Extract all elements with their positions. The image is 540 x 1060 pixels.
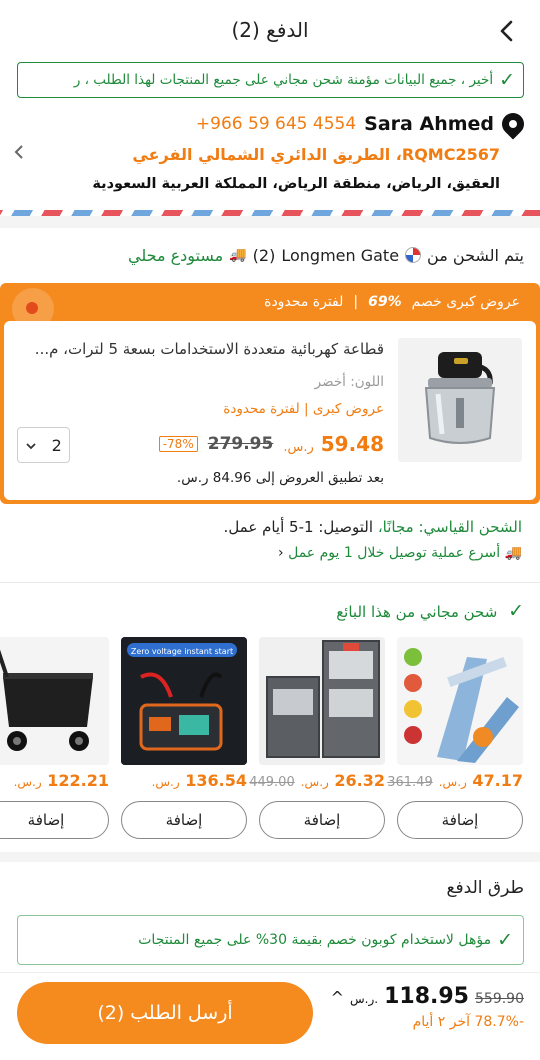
seller-free-shipping: ✓ شحن مجاني من هذا البائع: [336, 600, 524, 622]
deal-title: عروض كبرى خصم: [411, 294, 520, 310]
product-price: 59.48 ر.س.: [283, 432, 384, 456]
recommendation-price-value: 47.17: [472, 771, 523, 790]
recommendation-price: 26.32 ر.س.: [301, 771, 385, 790]
quantity-value: 2: [51, 435, 62, 455]
standard-shipping: الشحن القياسي: مجانًا، التوصيل: 1-5 أيام…: [224, 518, 522, 536]
recommendation-price-value: 26.32: [334, 771, 385, 790]
recommendation-price: 47.17 ر.س.: [439, 771, 523, 790]
recommendation-old-price: 449.00: [249, 775, 295, 790]
recommendation-price-value: 136.54: [185, 771, 247, 790]
coupon-text: مؤهل لاستخدام كوبون خصم بقيمة 30% على جم…: [138, 932, 492, 948]
recommendation-price-row: 122.21 ر.س.: [0, 771, 109, 790]
security-banner: ✓ أخير ، جميع البيانات مؤمنة شحن مجاني ع…: [17, 62, 524, 98]
chevron-down-icon: [25, 436, 37, 455]
total-price: 118.95: [384, 984, 469, 1009]
total-currency: ر.س.: [350, 992, 379, 1006]
recommendation-price: 136.54 ر.س.: [152, 771, 247, 790]
chevron-up-icon: ^: [330, 988, 344, 1007]
chevron-left-icon: ‹: [278, 545, 284, 561]
seller-free-shipping-text: شحن مجاني من هذا البائع: [336, 603, 498, 621]
recommendation-currency: ر.س.: [438, 775, 467, 789]
deal-separator: |: [353, 294, 359, 310]
address-header[interactable]: Sara Ahmed +966 59 645 4554: [195, 108, 529, 140]
address-phone: +966 59 645 4554: [195, 114, 357, 134]
section-spacer: [0, 216, 540, 228]
deal-limited: لفترة محدودة: [264, 294, 344, 310]
product-title[interactable]: قطاعة كهربائية متعددة الاستخدامات بسعة 5…: [24, 340, 384, 358]
deal-percent: 69%: [368, 294, 402, 310]
submit-order-button[interactable]: أرسل الطلب (2): [17, 982, 313, 1044]
food-chopper-illustration: [398, 338, 522, 462]
delivery-estimate: التوصيل: 1-5 أيام عمل.: [223, 518, 374, 536]
section-spacer: [0, 852, 540, 862]
product-discount-badge: -78%: [158, 436, 198, 452]
qty-chevron-svg: [26, 442, 36, 449]
order-total[interactable]: ^ ر.س. 118.95 559.90: [331, 984, 524, 1009]
fast-delivery-link[interactable]: 🚚 أسرع عملية توصيل خلال 1 يوم عمل ‹: [278, 545, 522, 561]
recommendation-currency: ر.س.: [13, 775, 42, 789]
product-currency: ر.س.: [283, 440, 314, 455]
recommendation-image[interactable]: [397, 637, 523, 765]
standard-shipping-label: الشحن القياسي: مجانًا،: [377, 518, 522, 536]
address-line-1: RQMC2567، الطريق الدائري الشمالي الفرعي: [132, 145, 500, 164]
add-recommendation-button[interactable]: إضافة: [0, 801, 109, 839]
recommendation-currency: ر.س.: [300, 775, 329, 789]
page-title: الدفع (2): [231, 18, 309, 42]
product-price-row: 59.48 ر.س. 279.95 -78%: [158, 430, 384, 458]
shipping-origin-prefix: يتم الشحن من: [427, 245, 524, 265]
recommendation-currency: ر.س.: [151, 775, 180, 789]
recommendation-image[interactable]: [259, 637, 385, 765]
add-recommendation-button[interactable]: إضافة: [397, 801, 523, 839]
store-logo-icon: [405, 247, 422, 263]
total-savings: -78.7% آخر ٢ أيام: [412, 1014, 524, 1030]
after-deal-price: بعد تطبيق العروض إلى 84.96 ر.س.: [176, 470, 384, 486]
payment-methods-title: طرق الدفع: [446, 878, 524, 898]
recommendation-old-price: 361.49: [387, 775, 433, 790]
add-recommendation-button[interactable]: إضافة: [121, 801, 247, 839]
total-old-price: 559.90: [475, 991, 524, 1007]
product-deal-badge: عروض كبرى | لفترة محدودة: [223, 401, 384, 417]
check-icon: ✓: [499, 69, 515, 91]
product-image[interactable]: [398, 338, 522, 462]
check-icon: ✓: [497, 929, 513, 951]
banner-text: أخير ، جميع البيانات مؤمنة شحن مجاني على…: [73, 72, 494, 88]
warehouse-label: مستودع محلي: [128, 245, 224, 265]
recommendation-image[interactable]: Zero voltage instant start: [121, 637, 247, 765]
address-name: Sara Ahmed: [364, 113, 494, 135]
recommendation-price-row: 136.54 ر.س.: [121, 771, 247, 790]
divider: [0, 582, 540, 583]
fast-delivery-text: أسرع عملية توصيل خلال 1 يوم عمل: [288, 545, 501, 561]
quantity-select[interactable]: 2: [17, 427, 70, 463]
jump-starter-caption: Zero voltage instant start: [131, 647, 233, 656]
check-icon: ✓: [508, 600, 524, 622]
recommendation-price-value: 122.21: [47, 771, 109, 790]
recommendation-price: 122.21 ر.س.: [14, 771, 109, 790]
jump-starter-illustration: Zero voltage instant start: [121, 637, 247, 765]
folding-wagon-illustration: [0, 637, 109, 765]
product-price-value: 59.48: [320, 432, 384, 456]
product-old-price: 279.95: [207, 434, 274, 454]
storage-bags-illustration: [259, 637, 385, 765]
deal-header: عروض كبرى خصم 69% | لفترة محدودة: [264, 283, 520, 321]
truck-icon: 🚚: [229, 247, 247, 263]
address-line-2: العقيق، الرياض، منطقة الرياض، المملكة ال…: [92, 176, 500, 192]
recommendation-price-row: 26.32 ر.س. 449.00: [249, 771, 385, 790]
chevron-left-icon[interactable]: [12, 140, 26, 170]
address-chevron-svg: [14, 145, 23, 159]
location-pin-icon: [497, 108, 529, 140]
recommendation-price-row: 47.17 ر.س. 361.49: [387, 771, 523, 790]
store-name: Longmen Gate: [281, 245, 400, 265]
store-item-count: (2): [252, 245, 276, 265]
recommendation-image[interactable]: [0, 637, 109, 765]
product-color: اللون: أخضر: [314, 374, 384, 390]
add-recommendation-button[interactable]: إضافة: [259, 801, 385, 839]
coupon-eligibility: ✓ مؤهل لاستخدام كوبون خصم بقيمة 30% على …: [17, 915, 524, 965]
truck-icon: 🚚: [504, 545, 522, 561]
shipping-origin: يتم الشحن من Longmen Gate (2) 🚚 مستودع م…: [128, 240, 524, 270]
vegetable-slicer-illustration: [397, 637, 523, 765]
